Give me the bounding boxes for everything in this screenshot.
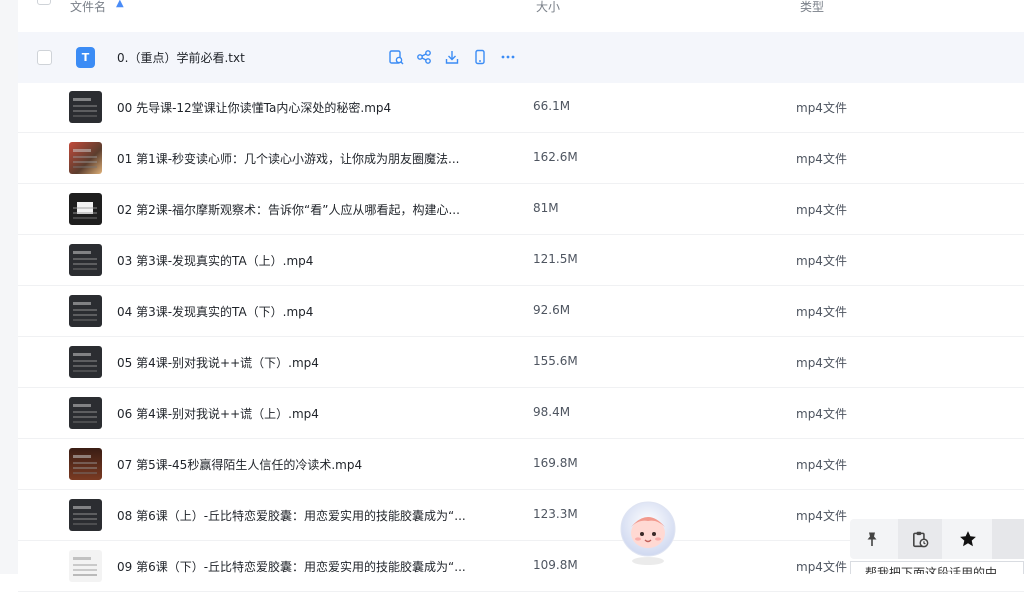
row-checkbox[interactable] [37, 50, 52, 65]
file-name[interactable]: 05 第4课-别对我说++谎（下）.mp4 [117, 354, 319, 371]
video-thumbnail [69, 244, 102, 276]
more-icon[interactable] [500, 49, 516, 65]
file-type: mp4文件 [796, 203, 847, 217]
sort-icon[interactable]: ▲ [116, 0, 124, 9]
file-type: mp4文件 [796, 254, 847, 268]
file-name[interactable]: 08 第6课（上）-丘比特恋爱胶囊：用恋爱实用的技能胶囊成为“... [117, 507, 466, 524]
download-icon[interactable] [444, 49, 460, 65]
video-thumbnail [69, 193, 102, 225]
share-icon[interactable] [416, 49, 432, 65]
file-row[interactable]: 05 第4课-别对我说++谎（下）.mp4 155.6M mp4文件 [18, 337, 1024, 388]
video-thumbnail [69, 295, 102, 327]
file-name[interactable]: 01 第1课-秒变读心师：几个读心小游戏，让你成为朋友圈魔法... [117, 150, 460, 167]
left-strip [0, 0, 18, 574]
file-size: 92.6M [533, 303, 571, 317]
column-header-size[interactable]: 大小 [536, 0, 560, 15]
column-header-type[interactable]: 类型 [800, 0, 824, 15]
file-row[interactable]: 04 第3课-发现真实的TA（下）.mp4 92.6M mp4文件 [18, 286, 1024, 337]
favorite-button[interactable] [946, 519, 990, 559]
file-name[interactable]: 0.（重点）学前必看.txt [117, 49, 245, 66]
file-row[interactable]: 01 第1课-秒变读心师：几个读心小游戏，让你成为朋友圈魔法... 162.6M… [18, 133, 1024, 184]
star-icon [960, 531, 976, 547]
phone-icon[interactable] [472, 49, 488, 65]
floating-toolbar [850, 519, 1024, 559]
file-type: mp4文件 [796, 407, 847, 421]
video-thumbnail [69, 499, 102, 531]
file-size: 155.6M [533, 354, 578, 368]
file-name[interactable]: 04 第3课-发现真实的TA（下）.mp4 [117, 303, 313, 320]
video-thumbnail [69, 91, 102, 123]
file-type: mp4文件 [796, 101, 847, 115]
select-all-checkbox[interactable] [37, 0, 51, 5]
file-row[interactable]: 06 第4课-别对我说++谎（上）.mp4 98.4M mp4文件 [18, 388, 1024, 439]
file-type: mp4文件 [796, 305, 847, 319]
file-size: 98.4M [533, 405, 571, 419]
file-row[interactable]: 00 先导课-12堂课让你读懂Ta内心深处的秘密.mp4 66.1M mp4文件 [18, 82, 1024, 133]
pin-button[interactable] [850, 519, 894, 559]
file-row[interactable]: 03 第3课-发现真实的TA（上）.mp4 121.5M mp4文件 [18, 235, 1024, 286]
file-name[interactable]: 09 第6课（下）-丘比特恋爱胶囊：用恋爱实用的技能胶囊成为“... [117, 558, 466, 575]
txt-file-icon: T [76, 47, 95, 68]
file-name[interactable]: 06 第4课-别对我说++谎（上）.mp4 [117, 405, 319, 422]
file-row[interactable]: 02 第2课-福尔摩斯观察术：告诉你“看”人应从哪看起，构建心... 81M m… [18, 184, 1024, 235]
assistant-mascot-icon[interactable] [613, 497, 683, 567]
file-name[interactable]: 07 第5课-45秒赢得陌生人信任的冷读术.mp4 [117, 456, 362, 473]
file-list-header: 文件名 ▲ 大小 类型 [18, 0, 1024, 14]
file-name[interactable]: 00 先导课-12堂课让你读懂Ta内心深处的秘密.mp4 [117, 99, 391, 116]
clipboard-clock-icon [913, 531, 929, 548]
video-thumbnail [69, 397, 102, 429]
file-row[interactable]: 07 第5课-45秒赢得陌生人信任的冷读术.mp4 169.8M mp4文件 [18, 439, 1024, 490]
file-size: 66.1M [533, 99, 571, 113]
toolbar-extra-button[interactable] [992, 519, 1024, 559]
popup-text: 帮我把下面这段话用的中 [865, 566, 998, 574]
file-size: 109.8M [533, 558, 578, 572]
video-thumbnail [69, 346, 102, 378]
preview-icon[interactable] [388, 49, 404, 65]
file-name[interactable]: 02 第2课-福尔摩斯观察术：告诉你“看”人应从哪看起，构建心... [117, 201, 460, 218]
file-type: mp4文件 [796, 152, 847, 166]
file-name[interactable]: 03 第3课-发现真实的TA（上）.mp4 [117, 252, 313, 269]
video-thumbnail [69, 550, 102, 582]
file-type: mp4文件 [796, 458, 847, 472]
file-row-highlighted[interactable]: T 0.（重点）学前必看.txt [18, 32, 1024, 83]
video-thumbnail [69, 448, 102, 480]
file-size: 162.6M [533, 150, 578, 164]
assistant-input-popup[interactable]: 帮我把下面这段话用的中 [850, 561, 1024, 574]
file-type: mp4文件 [796, 560, 847, 574]
file-size: 123.3M [533, 507, 578, 521]
file-size: 81M [533, 201, 559, 215]
clipboard-history-button[interactable] [898, 519, 942, 559]
column-header-name[interactable]: 文件名 [70, 0, 106, 15]
file-type: mp4文件 [796, 509, 847, 523]
file-size: 121.5M [533, 252, 578, 266]
file-type: mp4文件 [796, 356, 847, 370]
file-size: 169.8M [533, 456, 578, 470]
video-thumbnail [69, 142, 102, 174]
pin-icon [867, 532, 877, 546]
